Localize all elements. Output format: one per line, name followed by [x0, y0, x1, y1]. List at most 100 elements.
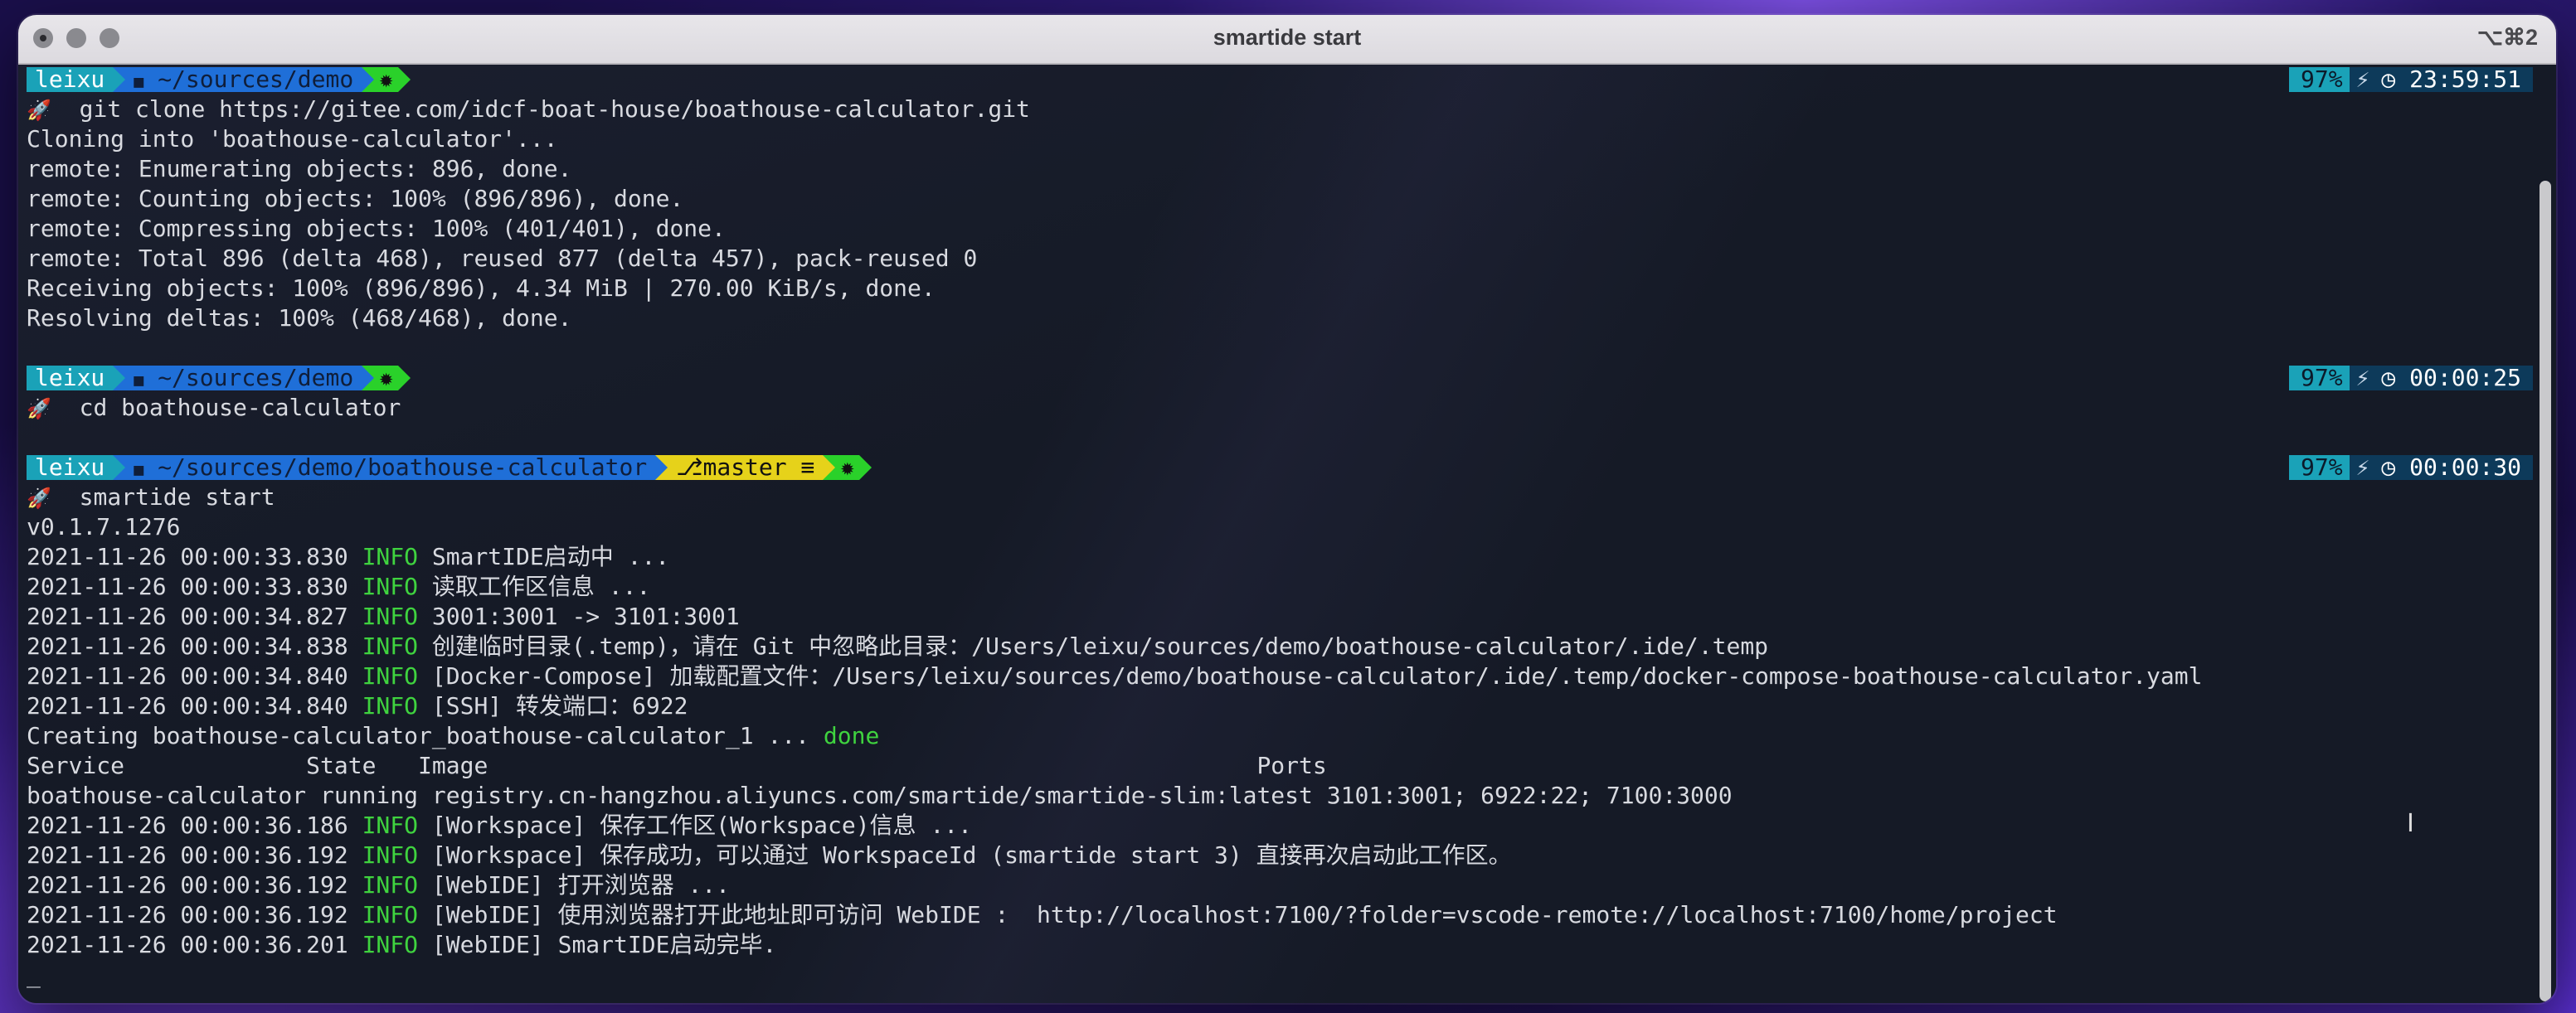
prompt-separator [113, 67, 126, 92]
creating-line: Creating boathouse-calculator_boathouse-… [27, 721, 2202, 751]
log-timestamp: 2021-11-26 00:00:36.186 [27, 812, 362, 839]
prompt-user: leixu [27, 366, 114, 390]
clock-status: ◷ 00:00:30 [2376, 455, 2533, 480]
prompt-status: 97% ⚡ ◷ 00:00:25 [2288, 366, 2533, 390]
prompt-separator [859, 455, 872, 480]
log-level: INFO [362, 573, 419, 600]
version-line: v0.1.7.1276 [27, 513, 181, 540]
log-line: 2021-11-26 00:00:34.827 INFO 3001:3001 -… [27, 602, 2202, 632]
prompt-separator [398, 67, 411, 92]
log-line: 2021-11-26 00:00:34.840 INFO [SSH] 转发端口：… [27, 691, 2202, 721]
battery-status: 97% [2288, 366, 2350, 390]
plug-icon: ⚡ [2349, 455, 2377, 480]
rocket-icon: 🚀 [27, 397, 51, 420]
prompt-separator [113, 455, 126, 480]
log-timestamp: 2021-11-26 00:00:34.840 [27, 692, 362, 720]
log-level: INFO [362, 633, 419, 660]
log-message: [SSH] 转发端口：6922 [418, 692, 688, 720]
tab-shortcut: ⌥⌘2 [2476, 25, 2538, 50]
log-line: 2021-11-26 00:00:36.201 INFO [WebIDE] Sm… [27, 930, 2202, 960]
log-message: [Workspace] 保存成功，可以通过 WorkspaceId (smart… [418, 841, 1512, 869]
prompt-path: ■ ~/sources/demo [125, 67, 362, 92]
clock-icon: ◷ [2381, 364, 2410, 391]
log-timestamp: 2021-11-26 00:00:34.838 [27, 633, 362, 660]
title-bar: smartide start ⌥⌘2 [18, 15, 2556, 65]
prompt-separator [362, 366, 375, 390]
terminal-cursor: _ [27, 961, 41, 988]
text-cursor-icon: Ⅰ [2407, 809, 2414, 838]
log-timestamp: 2021-11-26 00:00:33.830 [27, 573, 362, 600]
clone-output-line: Receiving objects: 100% (896/896), 4.34 … [27, 274, 936, 302]
log-level: INFO [362, 543, 419, 570]
log-timestamp: 2021-11-26 00:00:36.192 [27, 901, 362, 928]
log-message: 创建临时目录(.temp)，请在 Git 中忽略此目录：/Users/leixu… [418, 633, 1769, 660]
prompt-path: ■ ~/sources/demo [125, 366, 362, 390]
log-message: 读取工作区信息 ... [418, 573, 651, 600]
command-line: 🚀 cd boathouse-calculator [27, 393, 2202, 423]
log-message: [WebIDE] SmartIDE启动完毕. [418, 931, 777, 958]
folder-icon: ■ [134, 459, 144, 479]
bug-icon: ✹ [835, 455, 860, 480]
log-level: INFO [362, 871, 419, 899]
log-line: 2021-11-26 00:00:34.838 INFO 创建临时目录(.tem… [27, 632, 2202, 662]
log-message: [Workspace] 保存工作区(Workspace)信息 ... [418, 812, 973, 839]
clock-icon: ◷ [2381, 453, 2410, 481]
log-level: INFO [362, 662, 419, 690]
log-level: INFO [362, 931, 419, 958]
log-message: SmartIDE启动中 ... [418, 543, 670, 570]
log-message: [WebIDE] 使用浏览器打开此地址即可访问 WebIDE : http://… [418, 901, 2058, 928]
log-level: INFO [362, 901, 419, 928]
scrollbar[interactable] [2540, 181, 2551, 1001]
prompt-separator [655, 455, 668, 480]
terminal-lines: leixu ■ ~/sources/demo ✹ 🚀 git clone https:… [27, 65, 2202, 990]
prompt-separator [113, 366, 126, 390]
log-line: 2021-11-26 00:00:36.192 INFO [Workspace]… [27, 841, 2202, 870]
log-timestamp: 2021-11-26 00:00:33.830 [27, 543, 362, 570]
clone-output-line: remote: Enumerating objects: 896, done. [27, 155, 572, 182]
prompt-line: leixu ■ ~/sources/demo ✹ [27, 65, 2202, 95]
command-line: 🚀 smartide start [27, 482, 2202, 512]
prompt-separator [398, 366, 411, 390]
folder-icon: ■ [134, 370, 144, 390]
rocket-icon: 🚀 [27, 99, 51, 122]
branch-icon: ⎇ [676, 453, 703, 481]
prompt-user: leixu [27, 455, 114, 480]
clock-status: ◷ 00:00:25 [2376, 366, 2533, 390]
command-text: smartide start [51, 483, 275, 511]
folder-icon: ■ [134, 71, 144, 91]
clock-status: ◷ 23:59:51 [2376, 67, 2533, 92]
log-line: 2021-11-26 00:00:36.192 INFO [WebIDE] 使用… [27, 900, 2202, 930]
plug-icon: ⚡ [2349, 366, 2377, 390]
bug-icon: ✹ [374, 67, 399, 92]
table-header: Service State Image Ports [27, 752, 1327, 779]
clone-output-line: remote: Compressing objects: 100% (401/4… [27, 215, 726, 242]
log-level: INFO [362, 692, 419, 720]
log-line: 2021-11-26 00:00:33.830 INFO SmartIDE启动中… [27, 542, 2202, 572]
prompt-git-branch: ⎇master ≡ [668, 453, 824, 481]
prompt-status: 97% ⚡ ◷ 00:00:30 [2288, 455, 2533, 480]
rocket-icon: 🚀 [27, 487, 51, 510]
log-line: 2021-11-26 00:00:33.830 INFO 读取工作区信息 ... [27, 572, 2202, 602]
command-text: git clone https://gitee.com/idcf-boat-ho… [51, 95, 1030, 123]
window-title: smartide start [1213, 25, 1362, 50]
table-row: boathouse-calculator running registry.cn… [27, 782, 1733, 809]
log-timestamp: 2021-11-26 00:00:34.827 [27, 603, 362, 630]
clock-time: 00:00:30 [2409, 453, 2521, 481]
clock-time: 23:59:51 [2409, 65, 2521, 93]
creating-text: Creating boathouse-calculator_boathouse-… [27, 722, 824, 749]
prompt-line: leixu ■ ~/sources/demo ✹ [27, 363, 2202, 393]
prompt-separator [823, 455, 836, 480]
prompt-separator [362, 67, 375, 92]
clock-icon: ◷ [2381, 65, 2410, 93]
clock-time: 00:00:25 [2409, 364, 2521, 391]
log-timestamp: 2021-11-26 00:00:36.201 [27, 931, 362, 958]
clone-output-line: Cloning into 'boathouse-calculator'... [27, 125, 558, 153]
terminal-content[interactable]: leixu ■ ~/sources/demo ✹ 🚀 git clone https:… [18, 65, 2556, 1003]
command-text: cd boathouse-calculator [51, 394, 401, 421]
clone-output-line: remote: Total 896 (delta 468), reused 87… [27, 245, 978, 272]
clone-output-line: Resolving deltas: 100% (468/468), done. [27, 304, 572, 332]
prompt-path: ■ ~/sources/demo/boathouse-calculator [125, 455, 656, 480]
log-line: 2021-11-26 00:00:34.840 INFO [Docker-Com… [27, 662, 2202, 691]
